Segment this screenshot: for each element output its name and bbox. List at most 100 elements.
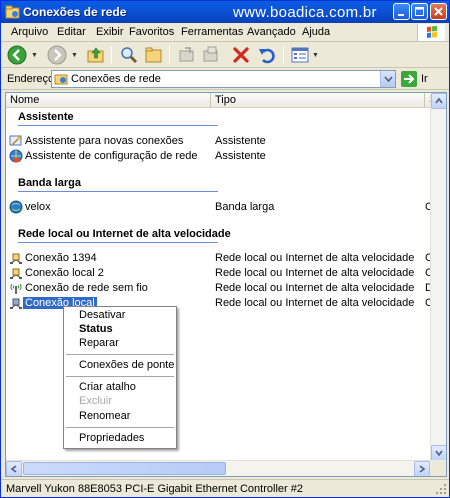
horizontal-scrollbar[interactable] — [6, 460, 430, 476]
wizard-icon — [9, 135, 22, 146]
item-name: Assistente para novas conexões — [25, 135, 184, 147]
scroll-right-button[interactable] — [414, 461, 430, 476]
column-header-nome[interactable]: Nome — [6, 93, 211, 108]
resize-grip-icon[interactable] — [435, 483, 447, 495]
network-folder-icon — [54, 74, 68, 85]
network-folder-icon — [5, 5, 20, 19]
status-text: Marvell Yukon 88E8053 PCI-E Gigabit Ethe… — [6, 483, 303, 495]
folders-icon[interactable] — [144, 45, 164, 65]
menu-separator — [66, 427, 174, 428]
scroll-up-button[interactable] — [431, 93, 446, 109]
views-icon[interactable] — [290, 45, 310, 65]
list-item[interactable]: Conexão de rede sem fio Rede local ou In… — [6, 281, 446, 296]
menu-separator — [66, 354, 174, 355]
go-button[interactable] — [401, 71, 417, 87]
chevron-left-icon — [10, 465, 17, 473]
item-name: Conexão 1394 — [25, 252, 97, 264]
forward-icon[interactable] — [47, 45, 67, 65]
scroll-left-button[interactable] — [6, 461, 22, 476]
menu-item-reparar[interactable]: Reparar — [65, 337, 175, 351]
menu-separator — [66, 376, 174, 377]
group-divider — [18, 242, 218, 243]
toolbar-separator — [283, 46, 284, 64]
group-divider — [18, 191, 218, 192]
item-type: Assistente — [215, 150, 266, 162]
undo-icon[interactable] — [257, 45, 277, 65]
lan-icon — [10, 268, 22, 279]
menu-ajuda[interactable]: Ajuda — [302, 26, 330, 38]
forward-dropdown-icon[interactable]: ▼ — [71, 52, 78, 59]
close-button[interactable] — [430, 3, 447, 20]
network-setup-icon — [9, 149, 23, 163]
list-item[interactable]: velox Banda larga Cone — [6, 200, 446, 215]
menu-item-conexoes-de-ponte[interactable]: Conexões de ponte — [65, 359, 175, 373]
address-input[interactable]: Conexões de rede — [51, 70, 396, 88]
chevron-down-icon — [435, 450, 443, 457]
lan-icon — [10, 298, 22, 309]
menu-favoritos[interactable]: Favoritos — [129, 26, 174, 38]
minimize-button[interactable] — [393, 3, 410, 20]
menu-item-desativar[interactable]: Desativar — [65, 309, 175, 323]
window-title: Conexões de rede — [23, 5, 127, 19]
lan-icon — [10, 253, 22, 264]
move-to-icon[interactable] — [177, 45, 197, 65]
menu-arquivo[interactable]: Arquivo — [11, 26, 48, 38]
maximize-button[interactable] — [411, 3, 428, 20]
menu-exibir[interactable]: Exibir — [96, 26, 124, 38]
menu-item-renomear[interactable]: Renomear — [65, 410, 175, 424]
chevron-right-icon — [419, 465, 426, 473]
back-dropdown-icon[interactable]: ▼ — [31, 52, 38, 59]
item-type: Rede local ou Internet de alta velocidad… — [215, 297, 415, 309]
title-bar[interactable]: Conexões de rede www.boadica.com.br — [1, 1, 449, 23]
toolbar: ▼ ▼ ▼ — [1, 42, 449, 68]
column-header-tipo[interactable]: Tipo — [211, 93, 425, 108]
list-item[interactable]: Assistente para novas conexões Assistent… — [6, 134, 430, 149]
horizontal-scroll-thumb[interactable] — [23, 462, 226, 475]
address-label: Endereço — [7, 73, 55, 85]
list-item[interactable]: Conexão 1394 Rede local ou Internet de a… — [6, 251, 446, 266]
menu-editar[interactable]: Editar — [57, 26, 86, 38]
menu-item-excluir: Excluir — [79, 395, 113, 407]
chevron-down-icon — [384, 76, 393, 83]
address-dropdown-button[interactable] — [380, 71, 395, 87]
menu-item-criar-atalho[interactable]: Criar atalho — [65, 381, 175, 395]
item-name: Conexão de rede sem fio — [25, 282, 148, 294]
copy-to-icon[interactable] — [201, 45, 221, 65]
status-bar: Marvell Yukon 88E8053 PCI-E Gigabit Ethe… — [1, 479, 449, 497]
list-item[interactable]: Conexão local 2 Rede local ou Internet d… — [6, 266, 446, 281]
delete-icon[interactable] — [231, 45, 251, 65]
wireless-icon — [10, 283, 22, 294]
menu-ferramentas[interactable]: Ferramentas — [181, 26, 243, 38]
address-bar: Endereço Conexões de rede Ir — [1, 68, 449, 90]
go-arrow-icon — [404, 74, 415, 84]
menu-item-propriedades[interactable]: Propriedades — [65, 432, 175, 446]
back-icon[interactable] — [7, 45, 27, 65]
list-item[interactable]: Assistente de configuração de rede Assis… — [6, 149, 430, 164]
group-header: Assistente — [18, 111, 74, 123]
toolbar-separator — [111, 46, 112, 64]
menu-bar: Arquivo Editar Exibir Favoritos Ferramen… — [1, 23, 449, 42]
group-header: Banda larga — [18, 177, 81, 189]
toolbar-separator — [169, 46, 170, 64]
item-name: Assistente de configuração de rede — [25, 150, 198, 162]
menu-item-status[interactable]: Status — [65, 323, 175, 337]
menu-avancado[interactable]: Avançado — [247, 26, 296, 38]
scrollbar-corner — [430, 460, 446, 476]
vertical-scrollbar[interactable] — [430, 93, 446, 461]
group-header: Rede local ou Internet de alta velocidad… — [18, 228, 231, 240]
item-type: Rede local ou Internet de alta velocidad… — [215, 282, 415, 294]
address-value: Conexões de rede — [71, 73, 161, 85]
views-dropdown-icon[interactable]: ▼ — [312, 52, 319, 59]
search-icon[interactable] — [119, 45, 139, 65]
go-label[interactable]: Ir — [421, 73, 428, 85]
chevron-up-icon — [435, 97, 443, 104]
item-type: Rede local ou Internet de alta velocidad… — [215, 267, 415, 279]
explorer-window: Conexões de rede www.boadica.com.br Arqu… — [0, 0, 450, 498]
watermark-text: www.boadica.com.br — [233, 4, 377, 21]
item-type: Banda larga — [215, 201, 275, 213]
up-folder-icon[interactable] — [86, 45, 106, 65]
item-name: velox — [25, 201, 51, 213]
scroll-down-button[interactable] — [431, 445, 446, 461]
broadband-icon — [9, 200, 23, 214]
group-divider — [18, 125, 218, 126]
